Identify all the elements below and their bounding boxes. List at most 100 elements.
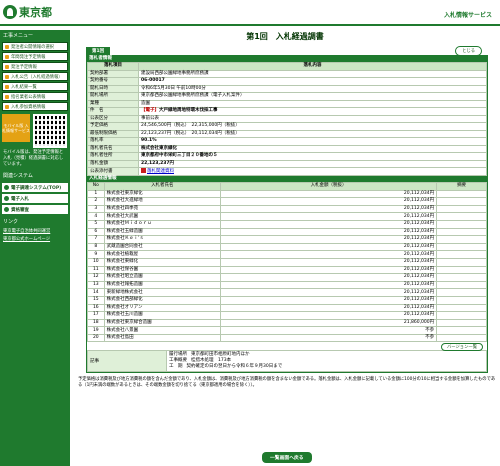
header-content: 落札内容 [138, 62, 487, 71]
cell-note [436, 204, 487, 214]
sys-ebid[interactable]: 電子入札 [2, 194, 68, 203]
remark-key: 工 期 [169, 364, 183, 370]
row-value: 建設局西部公園緑地事務所庶務課 [138, 69, 487, 78]
footnote: 予定価格は消費税及び地方消費税の額を含んだ金額であり、入札金額は、消費税及び地方… [78, 377, 496, 389]
sys-qualification[interactable]: 資格審査 [2, 205, 68, 214]
cell-name: 株式会社オリアン [103, 303, 222, 313]
table-row: 11 株式会社保谷園 20,112,034円 [87, 265, 487, 275]
tab-round-1[interactable]: 第1回 [86, 47, 111, 55]
ranking-body: 1 株式会社東京緑化 20,112,034円 2 株式会社大進緑地 20,112,034円… [87, 189, 487, 343]
table-row: 7 株式会社Ｋｅｉ'ｓ 20,112,034円 [87, 235, 487, 244]
cell-name: 株式会社保谷園 [103, 265, 222, 275]
row-value: 22,123,237円 [138, 159, 487, 168]
row-key: 落札率 [87, 137, 139, 146]
cell-note [436, 280, 487, 290]
qr-code-image [33, 114, 67, 148]
cell-amount: 20,112,034円 [219, 311, 438, 320]
table-row: 14 東新緑地株式会社 20,112,034円 [87, 288, 487, 297]
menu-bullet-icon [5, 64, 9, 69]
cell-note [436, 212, 487, 221]
sidebar-menu-title: 工事メニュー [3, 33, 34, 39]
table-row: 落札者住所 東京都府中市栄町三丁目２０番地の５ [87, 152, 487, 161]
cell-amount: 20,112,034円 [219, 273, 438, 282]
sidebar-item-order-plan[interactable]: 発注予定情報 [2, 62, 68, 71]
cell-name: 株式会社昭立造園 [103, 273, 222, 282]
row-key: 落札金額 [87, 159, 139, 168]
sidebar-item-nominated[interactable]: 指名業者公表情報 [2, 92, 68, 101]
cell-amount: 20,112,034円 [219, 197, 438, 206]
mobile-qr-block: モバイル版 入札情報サービス [2, 114, 68, 148]
cell-amount: 20,112,034円 [219, 257, 438, 267]
sidebar-item-orderer[interactable]: 発注者公開情報の選択 [2, 42, 68, 51]
table-header-row: No 入札者氏名 入札金額（税抜） 摘要 [87, 182, 487, 191]
cell-name: 株式会社Ｋｅｉ'ｓ [103, 235, 222, 244]
cell-amount: 20,112,034円 [219, 288, 438, 297]
menu-bullet-icon [5, 84, 9, 89]
cell-name: 武蔵造園合同会社 [103, 242, 222, 252]
cell-name: 株式会社報拓造園 [103, 280, 222, 290]
cell-name: 株式会社島田 [103, 333, 222, 343]
table-row: 開札日時 令和6年5月30日 午前10時00分 [87, 84, 487, 93]
tokyo-logo[interactable]: 東京都 [3, 4, 52, 20]
link-joint-operation[interactable]: 東京電子自治体共同運営 [0, 227, 70, 235]
table-row: 契約部署 建設局西部公園緑地事務所庶務課 [87, 69, 487, 78]
header-note: 摘要 [436, 182, 487, 191]
attachment-link[interactable]: 落札関連資料 [147, 169, 174, 174]
sys-eprocurement[interactable]: 電子調達システム(TOP) [2, 183, 68, 192]
table-row: 1 株式会社東京緑化 20,112,034円 [87, 189, 487, 199]
cell-note [436, 227, 487, 237]
table-row: 落札率 90.1% [87, 137, 487, 146]
row-key: 最低制限価格 [87, 129, 139, 138]
cell-amount: 20,112,034円 [219, 280, 438, 290]
cell-note [436, 242, 487, 252]
mobile-badge[interactable]: モバイル版 入札情報サービス [2, 114, 30, 142]
cell-name: 株式会社植栽屋 [103, 250, 222, 259]
cell-name: 東新緑地株式会社 [103, 288, 222, 297]
table-row: 4 株式会社大武園 20,112,034円 [87, 212, 487, 221]
row-value: 【電子】大戸緑地周地特環木伐採工事 [138, 107, 487, 116]
systems-title: 関連システム [3, 173, 33, 179]
remarks-content: 履行場所 東京都町田市相原町地内ほか 工事概要 桂措木処理 173本 工 期契約確定… [166, 350, 487, 373]
cell-no: 9 [87, 250, 105, 259]
table-row: 18 株式会社東京緑合造園 21,860,000円 [87, 318, 487, 328]
pdf-icon [141, 168, 146, 173]
cell-name: 株式会社八景園 [103, 326, 222, 335]
sidebar-item-bid-notice[interactable]: 入札公告（入札経過情報） [2, 72, 68, 81]
header-divider [0, 24, 500, 26]
table-row: 6 株式会社玉緑造園 20,112,034円 [87, 227, 487, 237]
project-name: 大戸緑地周地特環木伐採工事 [159, 108, 218, 114]
cell-no: 4 [87, 212, 105, 221]
cell-amount: 20,112,034円 [219, 204, 438, 214]
menu-bullet-icon [5, 44, 9, 49]
cell-no: 19 [87, 326, 105, 335]
table-row: 記事 履行場所 東京都町田市相原町地内ほか 工事概要 桂措木処理 173本 工 期契… [87, 350, 487, 373]
sidebar-item-bid-results[interactable]: 入札結果一覧 [2, 82, 68, 91]
close-button[interactable]: とじる [455, 46, 482, 56]
back-to-list-button[interactable]: 一覧画面へ戻る [262, 452, 312, 463]
cell-note [436, 333, 487, 343]
page-title: 第1回 入札経過調書 [246, 32, 324, 41]
cell-name: 株式会社東京緑合造園 [103, 318, 222, 328]
header-item: 落札項目 [87, 62, 139, 71]
cell-name: 株式会社西部緑化 [103, 295, 222, 305]
cell-no: 11 [87, 265, 105, 275]
sidebar: 工事メニュー 発注者公開情報の選択 年間発注予定情報 発注予定情報 入札公告（入… [0, 30, 70, 466]
header-amount: 入札金額（税抜） [219, 182, 438, 191]
link-tokyo-official[interactable]: 東京都公式ホームページ [0, 235, 70, 243]
table-row: 9 株式会社植栽屋 20,112,034円 [87, 250, 487, 259]
sidebar-item-annual-plan[interactable]: 年間発注予定情報 [2, 52, 68, 61]
sidebar-item-qualification[interactable]: 入札参加資格情報 [2, 102, 68, 111]
menu-bullet-icon [5, 94, 9, 99]
electronic-tag: 【電子】 [141, 108, 159, 114]
cell-amount: 20,112,034円 [219, 250, 438, 259]
cell-no: 2 [87, 197, 105, 206]
header-name: 入札者氏名 [103, 182, 222, 191]
row-key: 契約番号 [87, 77, 139, 86]
cell-note [436, 250, 487, 259]
row-value: 06-00017 [138, 77, 487, 86]
cell-name: 株式会社東京緑化 [103, 189, 222, 199]
version-list-button[interactable]: バージョン一覧 [441, 343, 483, 352]
table-row: 件 名【電子】大戸緑地周地特環木伐採工事 [87, 107, 487, 116]
table-row: 予定価格 24,546,500円（税込） 22,315,000円（税抜） [87, 122, 487, 131]
history-row: バージョン一覧 [87, 342, 487, 352]
